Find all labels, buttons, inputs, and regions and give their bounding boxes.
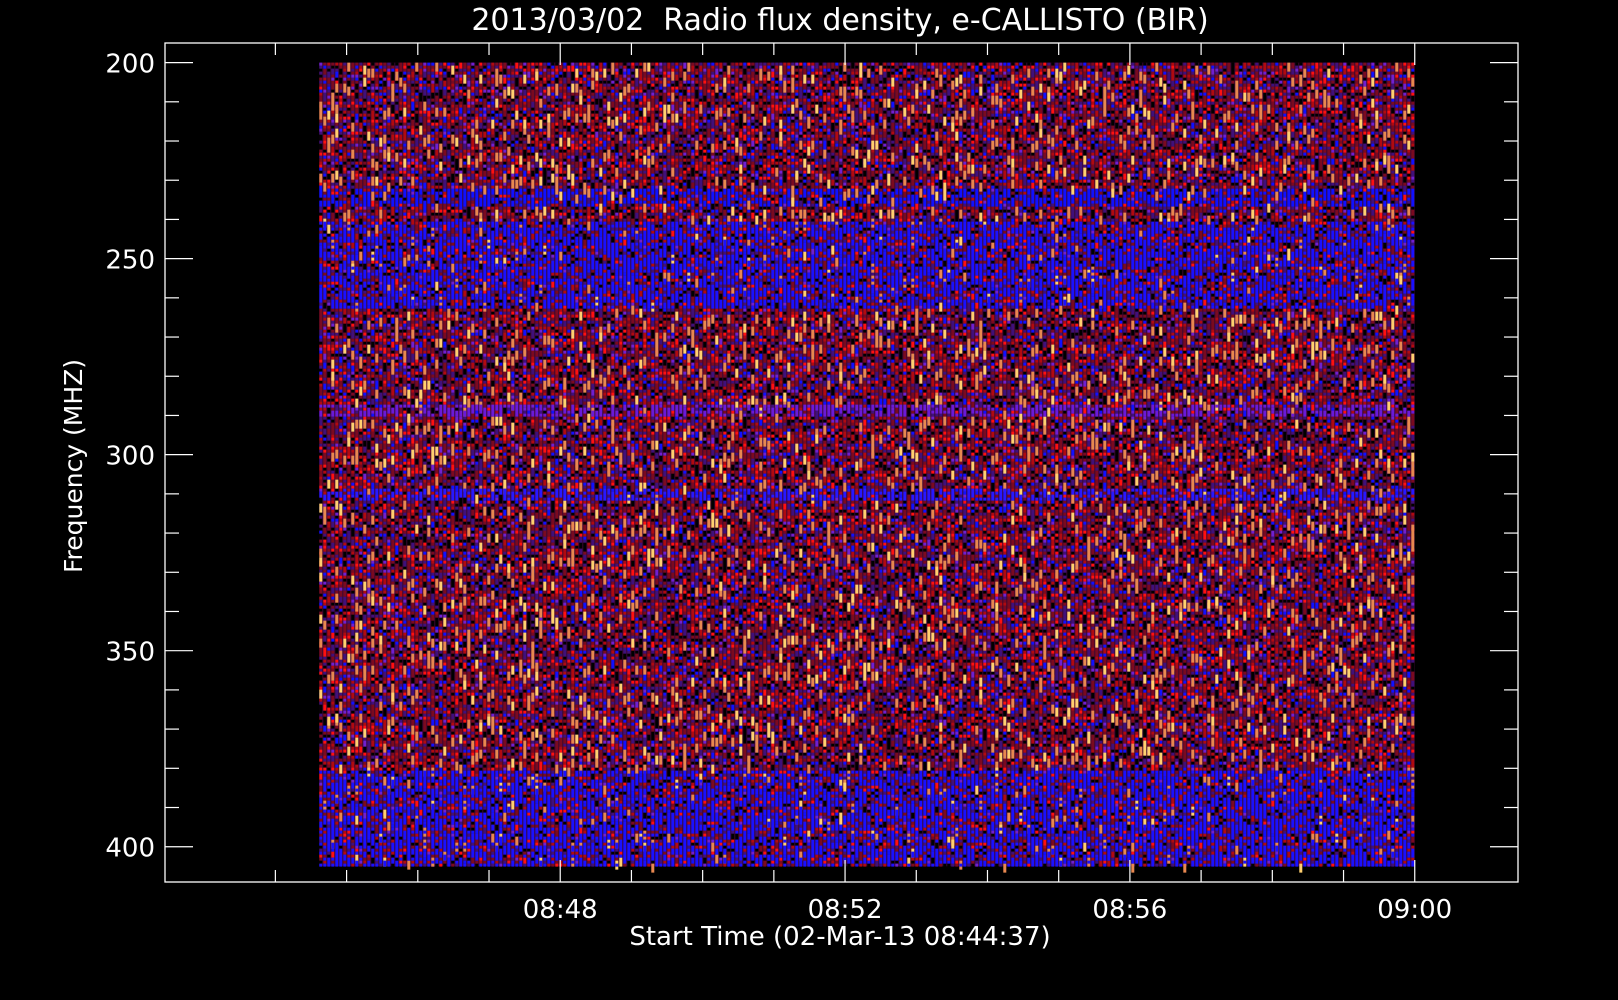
y-tick-label: 250 <box>105 246 155 276</box>
y-axis-label: Frequency (MHZ) <box>59 359 88 573</box>
y-tick-label: 350 <box>105 638 155 668</box>
x-tick-label: 08:48 <box>523 895 598 925</box>
x-tick-label: 08:52 <box>808 895 883 925</box>
x-tick-label: 08:56 <box>1092 895 1167 925</box>
spectrogram-chart: 200 250 300 350 400 08:48 08:52 08:56 09:00 2013… <box>0 0 1568 969</box>
y-tick-label: 300 <box>105 442 155 472</box>
y-tick-label: 200 <box>105 50 155 80</box>
spectrogram-image <box>319 62 1415 873</box>
chart-title: 2013/03/02 Radio flux density, e-CALLIST… <box>471 3 1208 38</box>
y-tick-label: 400 <box>105 834 155 864</box>
x-tick-label: 09:00 <box>1377 895 1452 925</box>
x-axis-label: Start Time (02-Mar-13 08:44:37) <box>629 922 1050 952</box>
